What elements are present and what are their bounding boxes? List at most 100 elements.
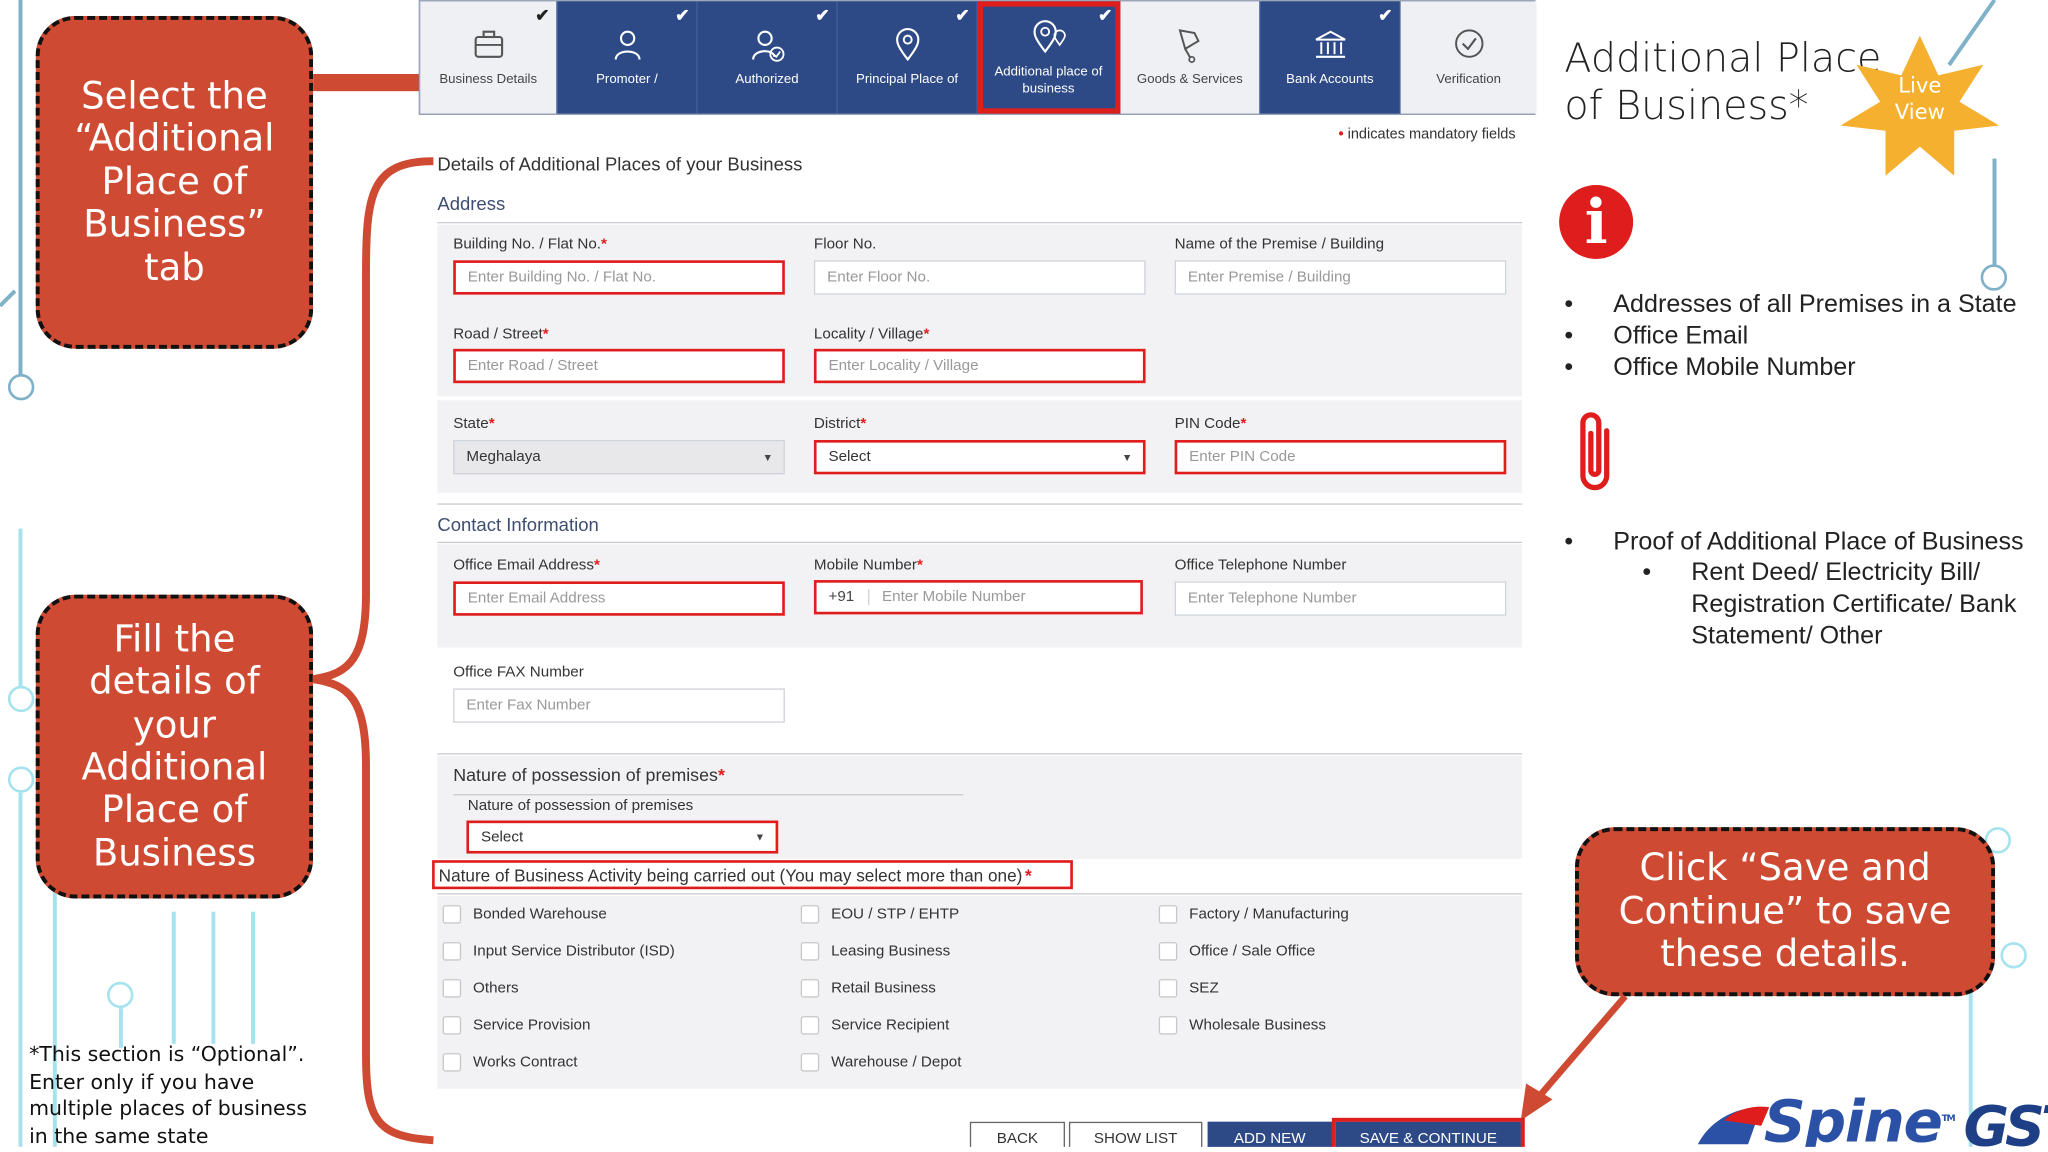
circuit-line	[251, 911, 256, 1044]
state-label: State*	[453, 416, 495, 433]
person-icon	[614, 30, 640, 60]
premise-label: Name of the Premise / Building	[1174, 236, 1385, 253]
address-heading: Address	[437, 192, 506, 215]
mobile-label: Mobile Number*	[813, 557, 923, 574]
tab-bank-accounts[interactable]: ✔ Bank Accounts	[1261, 1, 1401, 114]
tab-principal-place[interactable]: ✔ Principal Place of	[838, 1, 978, 114]
circuit-node	[1980, 264, 2008, 291]
spine-logo-icon	[1697, 1106, 1770, 1145]
person-check-icon	[751, 30, 784, 62]
floor-input[interactable]: Enter Floor No.	[813, 260, 1146, 295]
save-callout: Click “Save and Continue” to save these …	[1574, 827, 1996, 997]
building-label: Building No. / Flat No.*	[453, 236, 607, 253]
locality-label: Locality / Village*	[813, 326, 930, 343]
checkbox-others[interactable]: Others	[442, 979, 519, 998]
checkbox-wholesale[interactable]: Wholesale Business	[1158, 1016, 1326, 1035]
show-list-button[interactable]: SHOW LIST	[1068, 1121, 1203, 1147]
circuit-line	[18, 792, 23, 1147]
state-select[interactable]: Meghalaya ▼	[453, 439, 785, 475]
back-button[interactable]: BACK	[969, 1121, 1065, 1147]
arrow-to-save-icon	[1520, 994, 1628, 1121]
spine-logo: SpineTM	[1763, 1088, 1956, 1147]
tab-promoter[interactable]: ✔ Promoter /	[558, 1, 698, 114]
possession-heading: Nature of possession of premises*	[453, 765, 725, 785]
tab-goods-services[interactable]: Goods & Services	[1120, 1, 1261, 114]
divider	[437, 503, 1523, 505]
pin-label: PIN Code*	[1174, 416, 1247, 433]
email-label: Office Email Address*	[453, 557, 600, 574]
contact-heading: Contact Information	[437, 513, 599, 536]
telephone-input[interactable]: Enter Telephone Number	[1174, 581, 1507, 616]
district-select[interactable]: Select ▼	[813, 439, 1146, 475]
mobile-input[interactable]: +91 Enter Mobile Number	[813, 580, 1143, 615]
premise-input[interactable]: Enter Premise / Building	[1174, 260, 1507, 295]
check-icon: ✔	[535, 5, 550, 26]
proof-list: Proof of Additional Place of Business	[1564, 527, 2023, 559]
check-icon: ✔	[955, 5, 970, 26]
page-title: Additional Place of Business*	[1564, 35, 1882, 130]
email-input[interactable]: Enter Email Address	[453, 581, 785, 616]
check-icon: ✔	[1378, 5, 1393, 26]
tab-business-details[interactable]: ✔ Business Details	[420, 1, 558, 114]
bank-icon	[1314, 30, 1345, 58]
checkbox-sez[interactable]: SEZ	[1158, 979, 1219, 998]
info-list: Addresses of all Premises in a State Off…	[1564, 289, 2016, 385]
pin-input[interactable]: Enter PIN Code	[1174, 439, 1507, 475]
tab-authorized[interactable]: ✔ Authorized	[698, 1, 838, 114]
add-new-button[interactable]: ADD NEW	[1207, 1121, 1332, 1147]
check-icon: ✔	[675, 5, 690, 26]
circuit-node	[7, 766, 35, 793]
checkbox-eou[interactable]: EOU / STP / EHTP	[800, 905, 959, 924]
circuit-node	[107, 981, 134, 1009]
circuit-node	[2000, 942, 2027, 969]
form-brace	[312, 157, 434, 1145]
possession-select[interactable]: Select ▼	[466, 820, 779, 854]
divider	[437, 753, 1523, 755]
chevron-down-icon: ▼	[754, 831, 766, 843]
locality-input[interactable]: Enter Locality / Village	[813, 348, 1146, 384]
location-pin-icon	[895, 28, 919, 62]
checkbox-isd[interactable]: Input Service Distributor (ISD)	[442, 942, 675, 961]
checkbox-service-provision[interactable]: Service Provision	[442, 1016, 590, 1035]
divider	[453, 794, 964, 796]
select-tab-callout: Select the “Additional Place of Business…	[35, 15, 314, 349]
checkbox-warehouse-depot[interactable]: Warehouse / Depot	[800, 1053, 961, 1072]
circuit-node	[7, 685, 35, 713]
fax-label: Office FAX Number	[453, 664, 584, 681]
save-continue-button[interactable]: SAVE & CONTINUE	[1331, 1117, 1525, 1147]
proof-sub-list: Rent Deed/ Electricity Bill/ Registratio…	[1642, 558, 2016, 652]
form-title: Details of Additional Places of your Bus…	[437, 153, 803, 175]
road-label: Road / Street*	[453, 326, 549, 343]
check-circle-icon	[1454, 29, 1483, 58]
checkbox-works-contract[interactable]: Works Contract	[442, 1053, 577, 1072]
business-activity-heading: Nature of Business Activity being carrie…	[432, 860, 1073, 890]
check-icon: ✔	[1098, 5, 1113, 26]
fax-input[interactable]: Enter Fax Number	[453, 688, 785, 723]
checkbox-leasing[interactable]: Leasing Business	[800, 942, 950, 961]
optional-footnote: *This section is “Optional”. Enter only …	[29, 1042, 308, 1147]
road-input[interactable]: Enter Road / Street	[453, 348, 785, 384]
tab-additional-place[interactable]: ✔ Additional place of business	[977, 1, 1121, 114]
district-label: District*	[813, 416, 867, 433]
circuit-line	[18, 528, 23, 688]
divider	[437, 541, 1523, 544]
slide: Select the “Additional Place of Business…	[0, 0, 2048, 1147]
activity-panel	[437, 895, 1523, 1089]
multi-location-icon	[1032, 19, 1066, 53]
circuit-line	[0, 289, 17, 308]
circuit-line	[171, 911, 176, 1044]
checkbox-factory[interactable]: Factory / Manufacturing	[1158, 905, 1349, 924]
chevron-down-icon: ▼	[762, 451, 773, 464]
circuit-node	[7, 373, 35, 401]
cart-icon	[1177, 29, 1200, 63]
checkbox-bonded-warehouse[interactable]: Bonded Warehouse	[442, 905, 607, 924]
fill-details-callout: Fill the details of your Additional Plac…	[35, 594, 314, 899]
checkbox-office[interactable]: Office / Sale Office	[1158, 942, 1315, 961]
tab-verification[interactable]: Verification	[1400, 1, 1537, 114]
checkbox-service-recipient[interactable]: Service Recipient	[800, 1016, 949, 1035]
building-input[interactable]: Enter Building No. / Flat No.	[453, 260, 785, 295]
chevron-down-icon: ▼	[1121, 451, 1133, 464]
briefcase-icon	[473, 30, 503, 58]
divider	[437, 893, 1523, 895]
checkbox-retail[interactable]: Retail Business	[800, 979, 936, 998]
